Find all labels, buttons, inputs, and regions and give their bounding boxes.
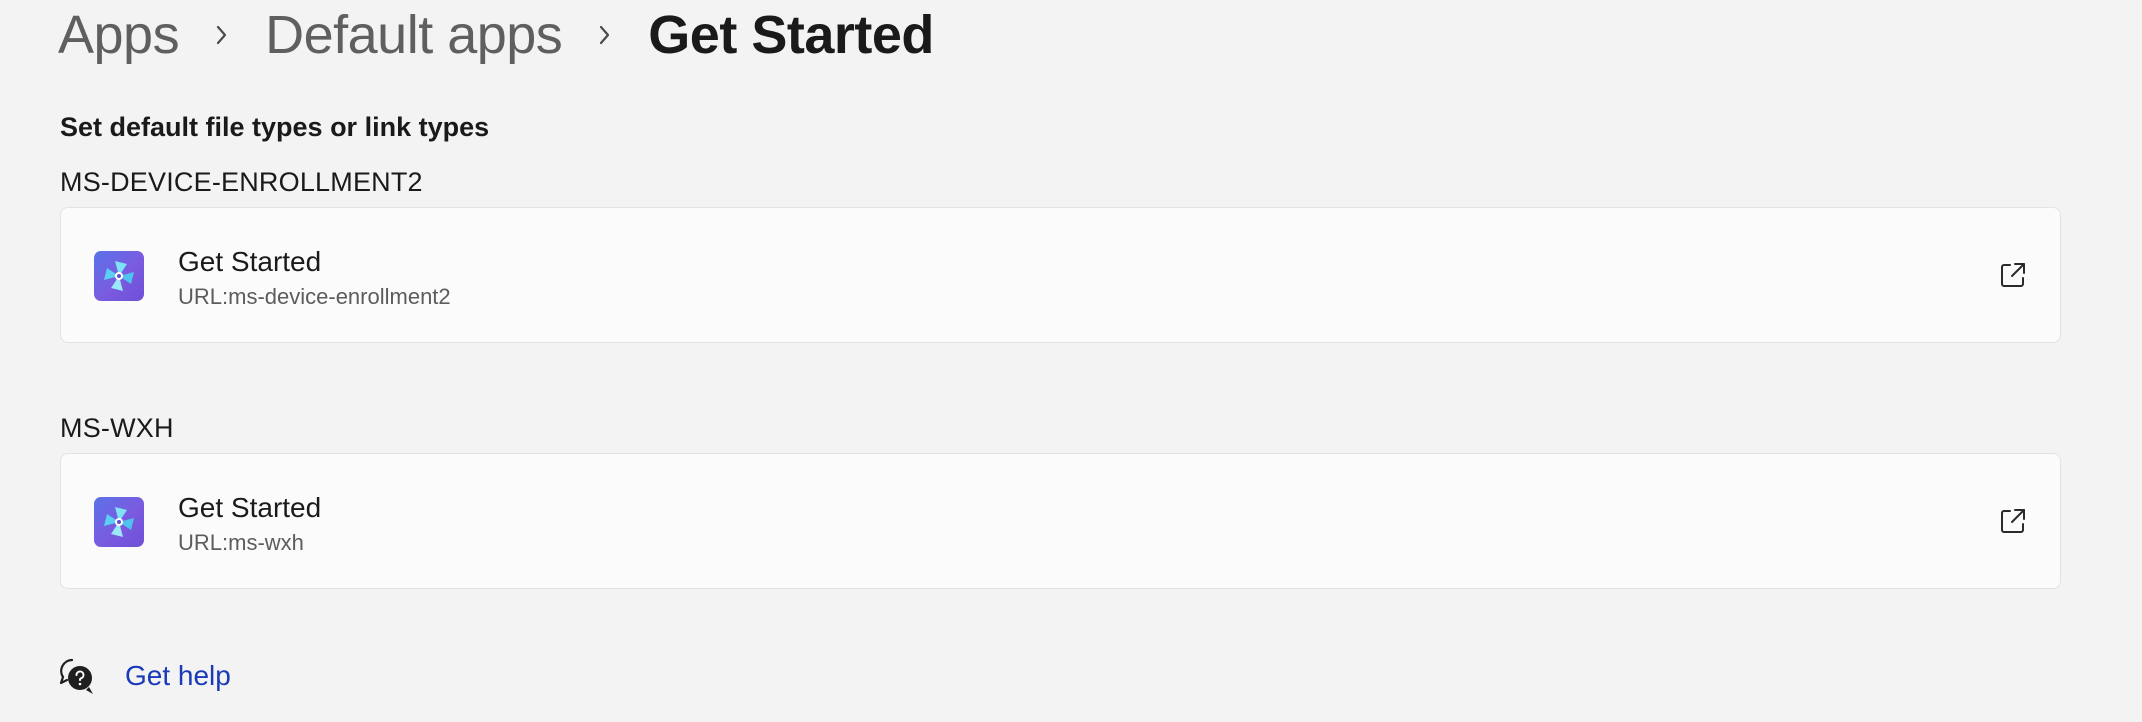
get-started-app-icon (94, 497, 144, 547)
protocol-name: URL:ms-device-enrollment2 (178, 284, 451, 309)
open-external-icon[interactable] (1998, 506, 2028, 536)
get-help-row[interactable]: Get help (58, 656, 231, 696)
breadcrumb: Apps Default apps Get Started (58, 0, 934, 70)
open-external-icon[interactable] (1998, 260, 2028, 290)
default-apps-get-started-page: Apps Default apps Get Started Set defaul… (0, 0, 2142, 722)
get-help-link[interactable]: Get help (125, 660, 231, 692)
app-name: Get Started (178, 492, 322, 523)
section-heading: Set default file types or link types (60, 112, 490, 142)
default-app-card[interactable]: Get Started URL:ms-device-enrollment2 (60, 207, 2061, 343)
default-app-card[interactable]: Get Started URL:ms-wxh (60, 453, 2061, 589)
help-chat-icon (58, 656, 94, 696)
breadcrumb-default-apps[interactable]: Default apps (265, 4, 563, 66)
protocol-group-label: MS-DEVICE-ENROLLMENT2 (60, 167, 423, 197)
breadcrumb-apps[interactable]: Apps (58, 4, 180, 66)
chevron-right-icon (562, 5, 648, 65)
protocol-group-label: MS-WXH (60, 413, 174, 443)
page-title: Get Started (648, 5, 934, 65)
get-started-app-icon (94, 251, 144, 301)
protocol-name: URL:ms-wxh (178, 530, 304, 555)
chevron-right-icon (179, 5, 265, 65)
app-name: Get Started (178, 246, 322, 277)
